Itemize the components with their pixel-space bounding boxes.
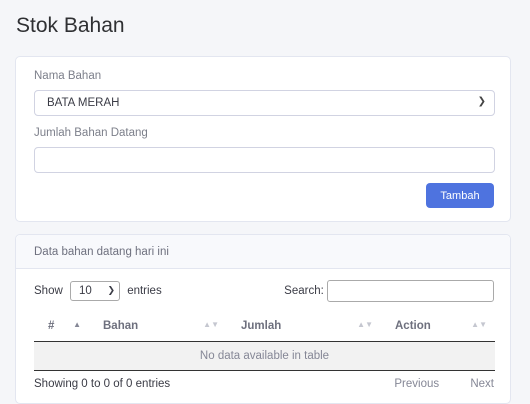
empty-message: No data available in table — [34, 341, 495, 371]
entries-length-select[interactable]: 10 ❯ — [69, 281, 120, 301]
column-header-number[interactable]: # ▲ — [34, 311, 89, 342]
table-row: No data available in table — [34, 341, 495, 371]
page-title: Stok Bahan — [16, 14, 125, 37]
sort-icon: ▲▼ — [471, 320, 487, 329]
sort-icon: ▲▼ — [203, 320, 219, 329]
chevron-down-icon: ❯ — [477, 96, 486, 107]
sort-asc-icon: ▲ — [73, 320, 81, 329]
quantity-label: Jumlah Bahan Datang — [34, 127, 148, 139]
search-control: Search: — [284, 280, 494, 302]
previous-button[interactable]: Previous — [394, 378, 439, 390]
column-label: # — [48, 320, 55, 332]
search-label: Search: — [284, 285, 324, 298]
column-label: Action — [395, 320, 431, 332]
column-header-action[interactable]: Action ▲▼ — [381, 311, 495, 342]
show-label: Show — [34, 285, 63, 298]
column-header-jumlah[interactable]: Jumlah ▲▼ — [227, 311, 381, 342]
card-header: Data bahan datang hari ini — [16, 235, 510, 269]
quantity-input[interactable] — [34, 147, 495, 173]
tambah-button[interactable]: Tambah — [426, 183, 494, 208]
material-select-value: BATA MERAH — [47, 97, 120, 109]
column-label: Jumlah — [241, 320, 282, 332]
column-header-bahan[interactable]: Bahan ▲▼ — [89, 311, 227, 342]
add-material-card: Nama Bahan BATA MERAH ❯ Jumlah Bahan Dat… — [15, 56, 511, 222]
table-info: Showing 0 to 0 of 0 entries — [34, 378, 171, 390]
entries-label: entries — [127, 285, 162, 298]
length-control: Show 10 ❯ entries — [34, 281, 162, 301]
chevron-down-icon: ❯ — [107, 285, 115, 295]
pagination: Previous Next — [366, 378, 494, 390]
search-input[interactable] — [327, 280, 494, 302]
sort-icon: ▲▼ — [357, 320, 373, 329]
material-select[interactable]: BATA MERAH ❯ — [34, 90, 495, 116]
length-value: 10 — [78, 285, 92, 297]
next-button[interactable]: Next — [470, 378, 494, 390]
material-label: Nama Bahan — [34, 70, 102, 82]
data-table: # ▲ Bahan ▲▼ Jumlah ▲▼ Action ▲▼ No data… — [34, 311, 495, 371]
column-label: Bahan — [103, 320, 139, 332]
incoming-materials-card: Data bahan datang hari ini Show 10 ❯ ent… — [15, 234, 511, 404]
